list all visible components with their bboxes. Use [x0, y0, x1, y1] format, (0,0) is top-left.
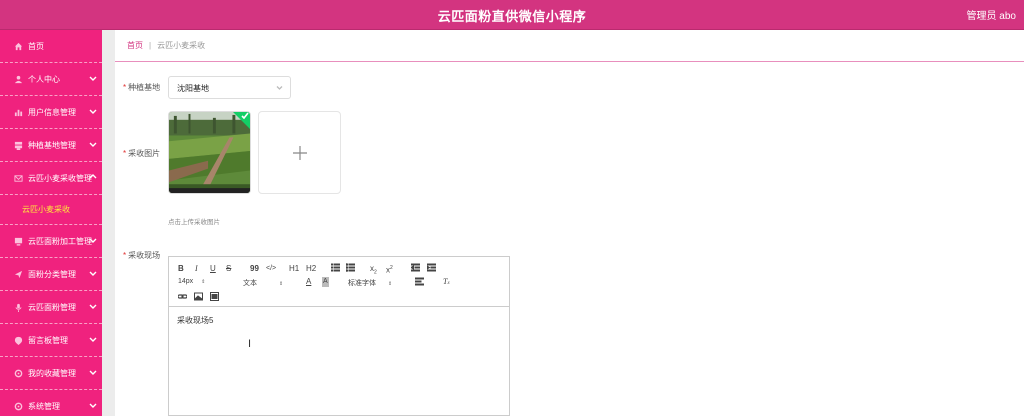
sidebar-item-label: 云匹面粉加工管理	[28, 236, 92, 246]
superscript-button[interactable]: x2	[386, 263, 393, 276]
sidebar-item-label: 用户信息管理	[28, 107, 76, 117]
sidebar-item-favorites[interactable]: 我的收藏管理	[0, 357, 102, 390]
chevron-down-icon	[89, 269, 97, 277]
base-label: * 种植基地	[123, 83, 161, 92]
font-color-button[interactable]: A	[306, 277, 311, 287]
chevron-down-icon	[276, 84, 283, 91]
code-block-button[interactable]: </>	[266, 264, 276, 274]
user-menu[interactable]: 管理员 abo	[967, 7, 1016, 22]
blockquote-button[interactable]: 99	[250, 264, 259, 274]
background-color-button[interactable]: A	[322, 277, 329, 287]
ordered-list-icon[interactable]	[330, 263, 341, 275]
sidebar-item-label: 个人中心	[28, 74, 60, 84]
chevron-down-icon	[89, 302, 97, 310]
breadcrumb-home[interactable]: 首页	[127, 40, 143, 51]
breadcrumb: 首页 | 云匹小麦采收	[115, 30, 1024, 62]
sidebar-item-label: 留言板管理	[28, 335, 68, 345]
subscript-button[interactable]: x2	[370, 264, 377, 278]
heading1-button[interactable]: H1	[289, 264, 299, 274]
sidebar-subitem-harvest[interactable]: 云匹小麦采收	[0, 195, 102, 225]
heading2-button[interactable]: H2	[306, 264, 316, 274]
check-icon	[241, 112, 249, 120]
uploaded-image-thumbnail[interactable]	[168, 111, 251, 194]
mail-icon	[13, 173, 23, 183]
main-content: 首页 | 云匹小麦采收 * 种植基地 沈阳基地 * 采收图片 点击上传采收图片 …	[115, 30, 1024, 416]
scene-label: * 采收现场	[123, 251, 161, 260]
chart-icon	[13, 107, 23, 117]
database-icon	[13, 140, 23, 150]
plus-icon	[292, 145, 307, 160]
sidebar-gutter	[102, 30, 115, 416]
monitor-icon	[13, 236, 23, 246]
breadcrumb-separator: |	[149, 41, 152, 50]
settings-icon	[13, 401, 23, 411]
strike-button[interactable]: S	[226, 264, 231, 274]
image-label: * 采收图片	[123, 149, 161, 158]
sidebar-item-messages[interactable]: 留言板管理	[0, 324, 102, 357]
sidebar-item-label: 云匹面粉管理	[28, 302, 76, 312]
sidebar-item-label: 首页	[28, 41, 44, 51]
chevron-up-icon	[89, 173, 97, 181]
sidebar-item-flour[interactable]: 云匹面粉管理	[0, 291, 102, 324]
sidebar-item-label: 云匹小麦采收管理	[28, 173, 92, 183]
align-icon[interactable]	[414, 277, 425, 289]
app-title: 云匹面粉直供微信小程序	[437, 9, 587, 24]
outdent-icon[interactable]	[410, 263, 421, 275]
text-cursor-icon: I	[248, 338, 252, 350]
sidebar-item-label: 我的收藏管理	[28, 368, 76, 378]
bullet-list-icon[interactable]	[345, 263, 356, 275]
send-icon	[13, 269, 23, 279]
sidebar-item-label: 种植基地管理	[28, 140, 76, 150]
font-family-select[interactable]: 标准字体 ⇕	[348, 278, 392, 288]
sidebar-item-profile[interactable]: 个人中心	[0, 63, 102, 96]
link-icon[interactable]	[177, 292, 188, 304]
image-icon[interactable]	[193, 292, 204, 304]
mic-icon	[13, 302, 23, 312]
required-mark: *	[123, 83, 127, 92]
bold-button[interactable]: B	[178, 264, 184, 274]
top-header: 云匹面粉直供微信小程序 管理员 abo	[0, 0, 1024, 30]
sidebar-item-home[interactable]: 首页	[0, 30, 102, 63]
clear-format-icon[interactable]: Tx	[443, 277, 450, 289]
font-size-select[interactable]: 14px ⇕	[178, 278, 205, 285]
sidebar-item-users[interactable]: 用户信息管理	[0, 96, 102, 129]
sidebar-subitem-label: 云匹小麦采收	[22, 205, 70, 214]
base-select-value: 沈阳基地	[177, 84, 209, 93]
sidebar-item-label: 面粉分类管理	[28, 269, 76, 279]
required-mark: *	[123, 251, 127, 260]
upload-tip: 点击上传采收图片	[168, 219, 220, 226]
breadcrumb-current: 云匹小麦采收	[157, 41, 206, 50]
required-mark: *	[123, 149, 127, 158]
chevron-down-icon	[89, 74, 97, 82]
chevron-down-icon	[89, 368, 97, 376]
location-icon	[13, 335, 23, 345]
sidebar-item-system[interactable]: 系统管理	[0, 390, 102, 416]
text-type-select[interactable]: 文本 ⇕	[243, 278, 283, 288]
image-upload-button[interactable]	[258, 111, 341, 194]
chevron-down-icon	[89, 335, 97, 343]
underline-button[interactable]: U	[210, 264, 216, 274]
chevron-down-icon	[89, 107, 97, 115]
base-select[interactable]: 沈阳基地	[168, 76, 291, 99]
editor-content[interactable]: 采收现场5	[169, 307, 509, 334]
video-icon[interactable]	[210, 292, 219, 304]
sidebar-item-category[interactable]: 面粉分类管理	[0, 258, 102, 291]
chevron-down-icon	[89, 236, 97, 244]
editor-toolbar: B I U S 99 </> H1 H2 x2 x2 14px ⇕ 文本 ⇕ A A…	[169, 257, 509, 307]
user-icon	[13, 74, 23, 84]
rich-text-editor: B I U S 99 </> H1 H2 x2 x2 14px ⇕ 文本 ⇕ A A…	[168, 256, 510, 416]
chevron-down-icon	[89, 140, 97, 148]
italic-button[interactable]: I	[195, 264, 198, 274]
chevron-down-icon	[89, 401, 97, 409]
sidebar-item-base[interactable]: 种植基地管理	[0, 129, 102, 162]
indent-icon[interactable]	[426, 263, 437, 275]
settings-icon	[13, 368, 23, 378]
home-icon	[13, 41, 23, 51]
sidebar-item-harvest[interactable]: 云匹小麦采收管理	[0, 162, 102, 195]
sidebar-item-processing[interactable]: 云匹面粉加工管理	[0, 225, 102, 258]
sidebar-item-label: 系统管理	[28, 401, 60, 411]
sidebar: 首页 个人中心 用户信息管理 种植基地管理 云匹小麦采收管理 云匹小麦采收 云匹…	[0, 30, 102, 416]
